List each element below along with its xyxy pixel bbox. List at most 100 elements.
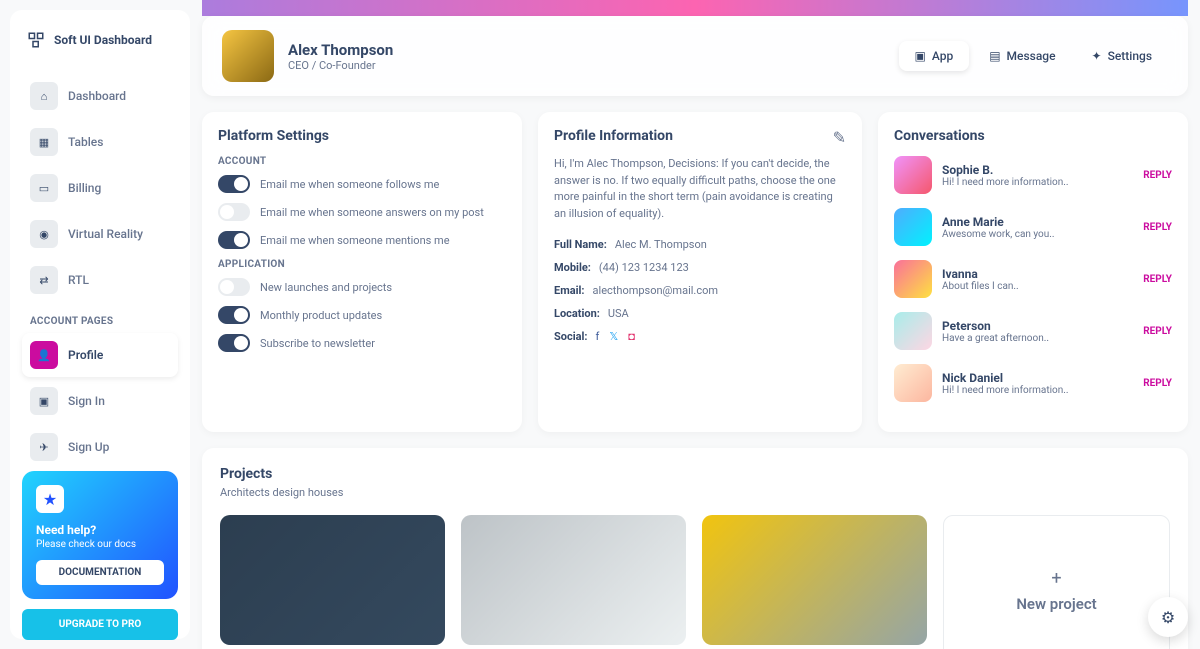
main-content: Alex Thompson CEO / Co-Founder ▣App ▤Mes… <box>190 0 1200 649</box>
nav-rtl[interactable]: ⇄ RTL <box>22 258 178 302</box>
nav-icon: ⇄ <box>30 266 58 294</box>
conversation-avatar[interactable] <box>894 208 932 246</box>
nav-tables[interactable]: ▦Tables <box>22 120 178 164</box>
project-item[interactable]: Project #1 <box>461 515 686 649</box>
conversation-item: Sophie B.Hi! I need more information..RE… <box>894 156 1172 194</box>
project-item[interactable]: Project #2 <box>220 515 445 649</box>
help-card: ★ Need help? Please check our docs DOCUM… <box>22 471 178 599</box>
cube-icon: ▣ <box>915 49 926 63</box>
wrench-icon: ✦ <box>1092 49 1102 63</box>
nav-sign-in[interactable]: ▣Sign In <box>22 379 178 423</box>
conversation-avatar[interactable] <box>894 260 932 298</box>
toggle-row: Email me when someone follows me <box>218 175 506 193</box>
avatar[interactable] <box>222 30 274 82</box>
conversation-item: PetersonHave a great afternoon..REPLY <box>894 312 1172 350</box>
reply-button[interactable]: REPLY <box>1143 378 1172 389</box>
toggle-label: Email me when someone follows me <box>260 178 439 191</box>
mobile-val: (44) 123 1234 123 <box>599 261 689 274</box>
toggle-label: Email me when someone mentions me <box>260 234 450 247</box>
conversation-item: IvannaAbout files I can..REPLY <box>894 260 1172 298</box>
account-label: ACCOUNT <box>218 156 506 167</box>
toggle-switch[interactable] <box>218 175 250 193</box>
project-image <box>220 515 445 645</box>
project-item[interactable]: Project #3 <box>702 515 927 649</box>
conversation-name: Peterson <box>942 319 1049 333</box>
project-image <box>702 515 927 645</box>
nav-virtual-reality[interactable]: ◉Virtual Reality <box>22 212 178 256</box>
logo[interactable]: Soft UI Dashboard <box>22 26 178 54</box>
toggle-row: Subscribe to newsletter <box>218 334 506 352</box>
profile-name: Alex Thompson <box>288 41 393 59</box>
toggle-switch[interactable] <box>218 231 250 249</box>
projects-card: Projects Architects design houses Projec… <box>202 448 1188 649</box>
conversation-msg: Awesome work, can you.. <box>942 229 1055 240</box>
nav-icon: ▣ <box>30 387 58 415</box>
toggle-row: New launches and projects <box>218 278 506 296</box>
nav-label: RTL <box>68 273 89 287</box>
conversation-name: Nick Daniel <box>942 371 1069 385</box>
conversation-msg: About files I can.. <box>942 281 1019 292</box>
documentation-button[interactable]: DOCUMENTATION <box>36 560 164 585</box>
social-key: Social: <box>554 330 588 343</box>
nav-label: Sign Up <box>68 440 109 454</box>
reply-button[interactable]: REPLY <box>1143 222 1172 233</box>
nav-label: Dashboard <box>68 89 126 103</box>
conversation-item: Nick DanielHi! I need more information..… <box>894 364 1172 402</box>
conversation-msg: Hi! I need more information.. <box>942 385 1069 396</box>
help-title: Need help? <box>36 523 164 537</box>
conversation-avatar[interactable] <box>894 364 932 402</box>
nav-label: Virtual Reality <box>68 227 143 241</box>
tab-message[interactable]: ▤Message <box>973 41 1071 71</box>
help-sub: Please check our docs <box>36 539 164 550</box>
instagram-icon[interactable]: ◘ <box>628 330 635 343</box>
gear-icon: ⚙ <box>1161 608 1175 627</box>
toggle-switch[interactable] <box>218 334 250 352</box>
tab-app[interactable]: ▣App <box>899 41 970 71</box>
reply-button[interactable]: REPLY <box>1143 170 1172 181</box>
conversation-item: Anne MarieAwesome work, can you..REPLY <box>894 208 1172 246</box>
upgrade-button[interactable]: UPGRADE TO PRO <box>22 609 178 640</box>
conversation-msg: Hi! I need more information.. <box>942 177 1069 188</box>
profile-info-card: Profile Information ✎ Hi, I'm Alec Thomp… <box>538 112 862 432</box>
nav-profile[interactable]: 👤Profile <box>22 333 178 377</box>
sidebar: Soft UI Dashboard ⌂ Dashboard ▦Tables▭Bill… <box>10 10 190 639</box>
settings-title: Platform Settings <box>218 128 506 144</box>
nav-dashboard[interactable]: ⌂ Dashboard <box>22 74 178 118</box>
nav-label: Billing <box>68 181 101 195</box>
info-title: Profile Information <box>554 128 846 144</box>
document-icon: ▤ <box>989 49 1000 63</box>
settings-fab[interactable]: ⚙ <box>1148 597 1188 637</box>
projects-title: Projects <box>220 466 1170 482</box>
nav-label: Tables <box>68 135 103 149</box>
platform-settings-card: Platform Settings ACCOUNT Email me when … <box>202 112 522 432</box>
toggle-label: New launches and projects <box>260 281 392 294</box>
project-image <box>461 515 686 645</box>
nav-section-label: ACCOUNT PAGES <box>30 316 178 327</box>
nav-icon: ✈ <box>30 433 58 461</box>
nav-billing[interactable]: ▭Billing <box>22 166 178 210</box>
toggle-switch[interactable] <box>218 306 250 324</box>
toggle-switch[interactable] <box>218 278 250 296</box>
nav-sign-up[interactable]: ✈ Sign Up <box>22 425 178 469</box>
toggle-row: Email me when someone answers on my post <box>218 203 506 221</box>
tab-settings[interactable]: ✦Settings <box>1076 41 1168 71</box>
facebook-icon[interactable]: f <box>596 330 600 343</box>
new-project-button[interactable]: +New project <box>943 515 1170 649</box>
location-val: USA <box>608 307 629 320</box>
edit-icon[interactable]: ✎ <box>833 128 846 147</box>
location-key: Location: <box>554 307 600 320</box>
reply-button[interactable]: REPLY <box>1143 326 1172 337</box>
conversation-avatar[interactable] <box>894 156 932 194</box>
twitter-icon[interactable]: 𝕏 <box>609 330 618 343</box>
banner <box>202 0 1188 16</box>
conversations-card: Conversations Sophie B.Hi! I need more i… <box>878 112 1188 432</box>
header-tabs: ▣App ▤Message ✦Settings <box>899 41 1168 71</box>
toggle-switch[interactable] <box>218 203 250 221</box>
toggle-label: Monthly product updates <box>260 309 382 322</box>
email-val: alecthompson@mail.com <box>593 284 718 297</box>
reply-button[interactable]: REPLY <box>1143 274 1172 285</box>
profile-header: Alex Thompson CEO / Co-Founder ▣App ▤Mes… <box>202 16 1188 96</box>
logo-text: Soft UI Dashboard <box>54 33 152 47</box>
conversation-avatar[interactable] <box>894 312 932 350</box>
nav-icon: ⌂ <box>30 82 58 110</box>
